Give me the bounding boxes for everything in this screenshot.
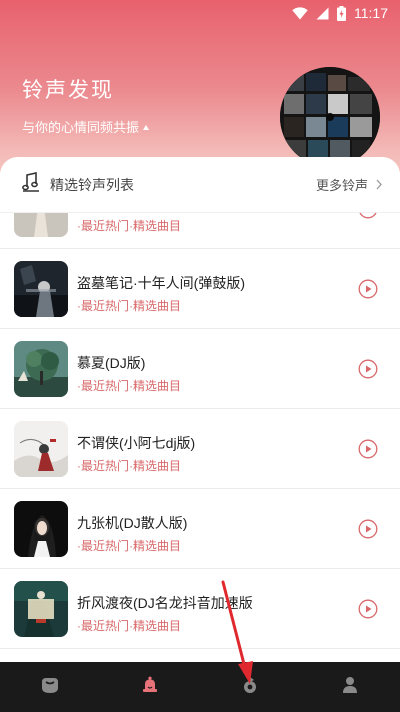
- song-title: 不谓侠(小阿七dj版): [77, 435, 196, 451]
- battery-icon: [337, 5, 346, 21]
- home-icon: [40, 676, 60, 699]
- status-time: 11:17: [354, 5, 388, 21]
- song-title: 盗墓笔记·十年人间(弹鼓版): [77, 275, 245, 291]
- song-cover: [14, 421, 68, 477]
- nav-home[interactable]: [0, 662, 100, 712]
- chevron-right-icon: [376, 179, 382, 190]
- song-title: 折风渡夜(DJ名龙抖音加速版: [77, 595, 253, 611]
- song-cover: [14, 213, 68, 237]
- nav-ringtone[interactable]: [100, 662, 200, 712]
- page-title: 铃声发现: [22, 79, 114, 102]
- ringtone-card: 精选铃声列表 更多铃声 ·最近热门·精选曲目 盗墓笔记·十年人间(弹鼓版) ·最…: [0, 157, 400, 662]
- song-tag: ·最近热门·精选曲目: [77, 379, 181, 393]
- song-row[interactable]: 慕夏(DJ版) ·最近热门·精选曲目: [0, 329, 400, 409]
- song-title: 九张机(DJ散人版): [77, 515, 188, 531]
- user-icon: [342, 676, 358, 699]
- song-tag: ·最近热门·精选曲目: [77, 619, 181, 633]
- song-title: 慕夏(DJ版): [77, 355, 146, 371]
- song-tag: ·最近热门·精选曲目: [77, 459, 181, 473]
- play-icon[interactable]: [358, 213, 378, 219]
- play-icon[interactable]: [358, 599, 378, 619]
- song-tag: ·最近热门·精选曲目: [77, 539, 181, 553]
- song-row[interactable]: 不谓侠(小阿七dj版) ·最近热门·精选曲目: [0, 409, 400, 489]
- nav-profile[interactable]: [300, 662, 400, 712]
- song-row[interactable]: 九张机(DJ散人版) ·最近热门·精选曲目: [0, 489, 400, 569]
- status-bar: 11:17: [0, 0, 400, 26]
- song-row[interactable]: ·最近热门·精选曲目: [0, 213, 400, 249]
- list-title: 精选铃声列表: [50, 176, 134, 193]
- subtitle-text: 与你的心情同频共振: [22, 120, 140, 135]
- song-tag: ·最近热门·精选曲目: [77, 219, 181, 233]
- music-note-icon: [242, 676, 258, 699]
- signal-icon: [316, 7, 329, 20]
- nav-music[interactable]: [200, 662, 300, 712]
- song-cover: [14, 261, 68, 317]
- more-label: 更多铃声: [315, 178, 368, 193]
- play-icon[interactable]: [358, 519, 378, 539]
- caret-up-icon: [143, 124, 150, 130]
- list-header: 精选铃声列表 更多铃声: [0, 157, 400, 213]
- song-cover: [14, 581, 68, 637]
- song-cover: [14, 341, 68, 397]
- song-row[interactable]: 折风渡夜(DJ名龙抖音加速版 ·最近热门·精选曲目: [0, 569, 400, 649]
- wifi-icon: [292, 6, 308, 20]
- play-icon[interactable]: [358, 279, 378, 299]
- bell-icon: [142, 676, 158, 699]
- song-row[interactable]: 盗墓笔记·十年人间(弹鼓版) ·最近热门·精选曲目: [0, 249, 400, 329]
- music-list-icon: [22, 172, 40, 197]
- mood-subtitle[interactable]: 与你的心情同频共振: [22, 117, 150, 136]
- play-icon[interactable]: [358, 359, 378, 379]
- song-list: ·最近热门·精选曲目 盗墓笔记·十年人间(弹鼓版) ·最近热门·精选曲目 慕夏(…: [0, 213, 400, 662]
- more-ringtones-link[interactable]: 更多铃声: [316, 175, 382, 194]
- bottom-nav: [0, 662, 400, 712]
- play-icon[interactable]: [358, 439, 378, 459]
- song-cover: [14, 501, 68, 557]
- album-disc[interactable]: [280, 67, 380, 167]
- song-tag: ·最近热门·精选曲目: [77, 299, 181, 313]
